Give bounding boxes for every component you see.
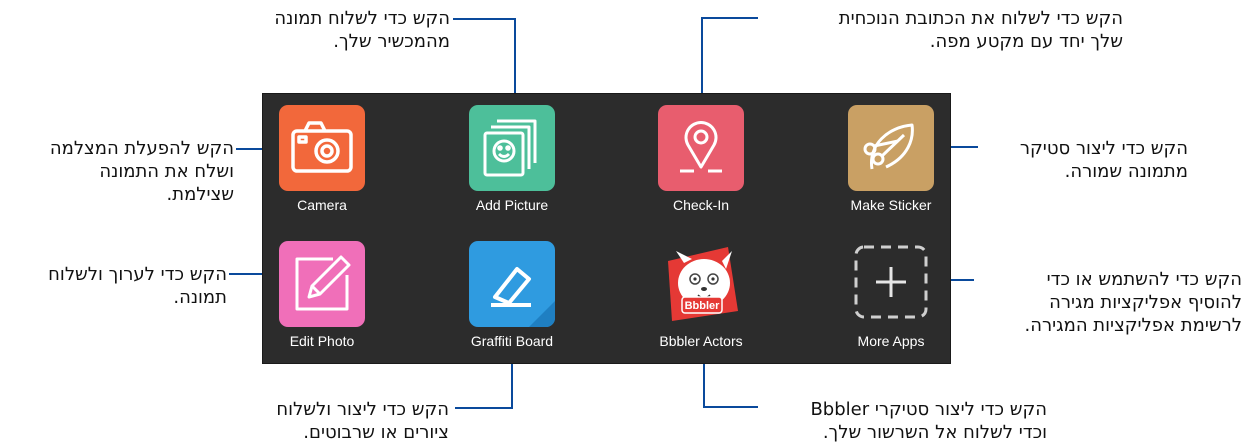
app-camera[interactable]: Camera: [257, 105, 387, 213]
app-check-in[interactable]: Check-In: [636, 105, 766, 213]
app-label: Edit Photo: [289, 333, 355, 349]
bbbler-badge-text: Bbbler: [685, 300, 721, 312]
app-label: Check-In: [672, 197, 730, 213]
pencil-icon: [279, 241, 365, 327]
app-label: Graffiti Board: [470, 333, 554, 349]
app-edit-photo[interactable]: Edit Photo: [257, 241, 387, 349]
app-make-sticker[interactable]: Make Sticker: [826, 105, 956, 213]
app-label: More Apps: [857, 333, 925, 349]
map-pin-icon: [658, 105, 744, 191]
app-label: Bbbler Actors: [659, 333, 743, 349]
photo-stack-icon: [469, 105, 555, 191]
callout-make-sticker: הקש כדי ליצור סטיקר מתמונה שמורה.: [1019, 138, 1188, 182]
eraser-icon: [469, 241, 555, 327]
callout-check-in: הקש כדי לשלוח את הכתובת הנוכחית שלך יחד …: [838, 8, 1123, 52]
callout-add-picture: הקש כדי לשלוח תמונה מהמכשיר שלך.: [274, 8, 450, 52]
app-graffiti-board[interactable]: Graffiti Board: [447, 241, 577, 349]
app-label: Make Sticker: [850, 197, 932, 213]
scissors-icon: [848, 105, 934, 191]
app-label: Add Picture: [475, 197, 549, 213]
bbbler-character-icon: Bbbler: [658, 241, 744, 327]
app-more-apps[interactable]: More Apps: [826, 241, 956, 349]
callout-more-apps: הקש כדי להשתמש או כדי להוסיף אפליקציות מ…: [1024, 269, 1242, 336]
callout-camera: הקש להפעלת המצלמה ושלח את התמונה שצילמת.: [49, 138, 234, 205]
camera-icon: [279, 105, 365, 191]
app-bbbler-actors[interactable]: Bbbler Bbbler Actors: [636, 241, 766, 349]
callout-graffiti: הקש כדי ליצור ולשלוח ציורים או שרבוטים.: [276, 399, 449, 443]
app-add-picture[interactable]: Add Picture: [447, 105, 577, 213]
plus-icon: [848, 241, 934, 327]
app-label: Camera: [297, 197, 347, 213]
callout-edit-photo: הקש כדי לערוך ולשלוח תמונה.: [48, 264, 227, 308]
callout-bbbler: הקש כדי ליצור סטיקרי Bbbler וכדי לשלוח א…: [810, 399, 1047, 443]
